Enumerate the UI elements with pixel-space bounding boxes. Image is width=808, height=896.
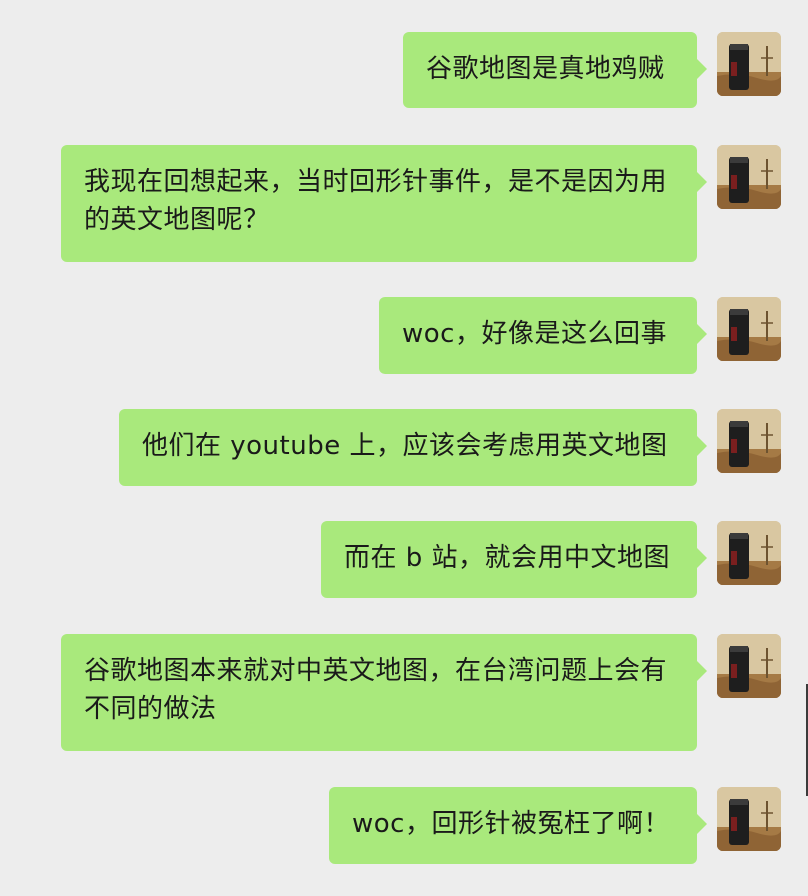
chat-message-list: 谷歌地图是真地鸡贼 我现在回想起来，当时回形针事件，是不是因为用的英文地图呢？ [0,0,808,896]
message-bubble[interactable]: 谷歌地图本来就对中英文地图，在台湾问题上会有不同的做法 [61,634,697,751]
message-bubble[interactable]: woc，好像是这么回事 [379,297,697,374]
message-text: 我现在回想起来，当时回形针事件，是不是因为用的英文地图呢？ [84,167,668,235]
bubble-tail [696,813,707,835]
message-bubble[interactable]: woc，回形针被冤枉了啊！ [329,787,697,864]
avatar-image-icon [717,32,781,96]
message-text: 而在 b 站，就会用中文地图 [344,543,671,573]
avatar-image-icon [717,145,781,209]
avatar-image-icon [717,409,781,473]
user-avatar-icon[interactable] [717,634,781,698]
bubble-tail [696,547,707,569]
bubble-tail [696,58,707,80]
avatar-image-icon [717,297,781,361]
bubble-tail [696,660,707,682]
user-avatar-icon[interactable] [717,297,781,361]
message-bubble[interactable]: 而在 b 站，就会用中文地图 [321,521,697,598]
bubble-tail [696,435,707,457]
message-text: 他们在 youtube 上，应该会考虑用英文地图 [142,431,668,461]
message-text: 谷歌地图本来就对中英文地图，在台湾问题上会有不同的做法 [84,656,668,724]
user-avatar-icon[interactable] [717,409,781,473]
message-text: woc，回形针被冤枉了啊！ [352,809,670,839]
message-text: 谷歌地图是真地鸡贼 [426,54,665,84]
avatar-image-icon [717,634,781,698]
message-bubble[interactable]: 我现在回想起来，当时回形针事件，是不是因为用的英文地图呢？ [61,145,697,262]
user-avatar-icon[interactable] [717,32,781,96]
user-avatar-icon[interactable] [717,787,781,851]
message-text: woc，好像是这么回事 [402,319,667,349]
avatar-image-icon [717,787,781,851]
bubble-tail [696,323,707,345]
message-bubble[interactable]: 谷歌地图是真地鸡贼 [403,32,697,108]
avatar-image-icon [717,521,781,585]
user-avatar-icon[interactable] [717,145,781,209]
user-avatar-icon[interactable] [717,521,781,585]
bubble-tail [696,171,707,193]
message-bubble[interactable]: 他们在 youtube 上，应该会考虑用英文地图 [119,409,697,486]
